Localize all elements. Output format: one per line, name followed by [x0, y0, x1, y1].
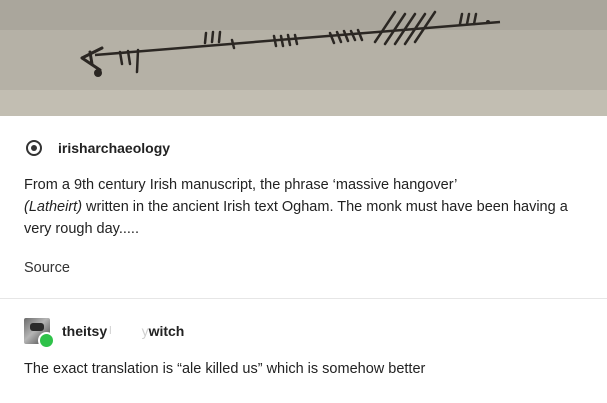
post-header: irisharchaeology: [26, 137, 170, 159]
post-text-part2: written in the ancient Irish text Ogham.…: [24, 199, 568, 237]
reblog-secondary-name-faded: y: [141, 323, 149, 339]
reblog-body: The exact translation is “ale killed us”…: [24, 361, 426, 377]
post-image: [0, 0, 607, 116]
post-username[interactable]: irisharchaeology: [58, 140, 170, 156]
ogham-inscription-image: [0, 0, 607, 116]
online-badge-icon: [38, 332, 55, 349]
reblog-username[interactable]: theitsy: [62, 323, 107, 339]
source-link[interactable]: Source: [24, 260, 70, 276]
post-body: From a 9th century Irish manuscript, the…: [24, 174, 584, 240]
reblog-secondary-name-text: witch: [148, 323, 185, 339]
reblog-username-faded: l: [109, 325, 112, 337]
reblog-header: theitsy l ywitch: [24, 317, 185, 349]
reblog-secondary-name[interactable]: ywitch: [142, 323, 185, 339]
reblog-avatar[interactable]: [24, 318, 55, 349]
post-text-part1: From a 9th century Irish manuscript, the…: [24, 177, 458, 193]
blog-avatar-icon[interactable]: [26, 140, 42, 156]
post-text-italic: (Latheirt): [24, 199, 83, 215]
divider: [0, 298, 607, 299]
